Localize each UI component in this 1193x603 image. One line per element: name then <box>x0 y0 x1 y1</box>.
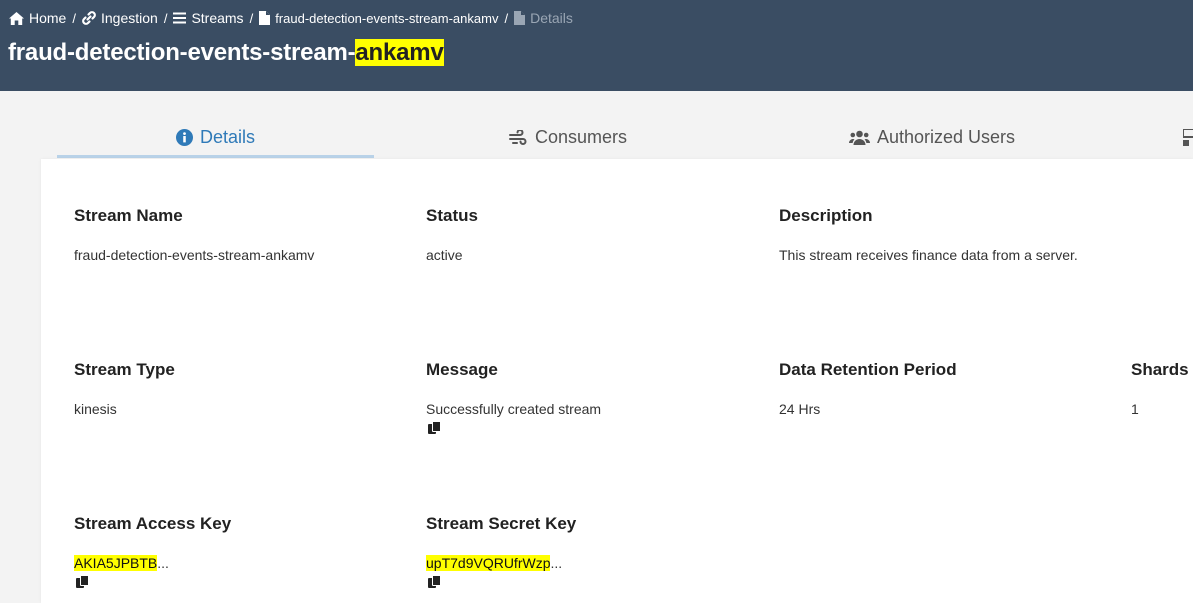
copy-secret-key-icon[interactable] <box>428 575 441 589</box>
settings-icon <box>1183 128 1193 146</box>
secret-key-text: upT7d9VQRUfrWzp <box>426 555 551 571</box>
wind-icon <box>508 129 527 145</box>
message-value: Successfully created stream <box>426 401 602 417</box>
access-key-text: AKIA5JPBTB <box>74 555 158 571</box>
info-circle-icon <box>175 128 193 146</box>
description-value: This stream receives finance data from a… <box>779 247 1078 263</box>
access-key-label: Stream Access Key <box>74 514 232 533</box>
breadcrumb-separator: / <box>504 10 509 26</box>
list-icon <box>173 12 187 24</box>
users-icon <box>848 130 870 145</box>
file-icon <box>259 11 271 25</box>
active-tab-indicator <box>57 155 374 158</box>
shards-value: 1 <box>1131 401 1139 417</box>
message-label: Message <box>426 360 498 379</box>
breadcrumb-streams[interactable]: Streams <box>173 10 244 26</box>
tab-users-label: Authorized Users <box>876 126 1016 147</box>
tab-bar: Details Consumers Authorized Users <box>57 118 1193 159</box>
breadcrumb-ingestion[interactable]: Ingestion <box>82 10 158 26</box>
copy-message-icon[interactable] <box>428 421 441 435</box>
copy-access-key-icon[interactable] <box>76 575 89 589</box>
page-title-prefix: fraud-detection-events-stream- <box>8 39 356 66</box>
secret-key-value: upT7d9VQRUfrWzp... <box>426 555 562 571</box>
field-message: Message Successfully created stream <box>426 360 601 434</box>
breadcrumb-stream[interactable]: fraud-detection-events-stream-ankamv <box>259 11 498 26</box>
shards-label: Shards <box>1131 360 1189 379</box>
details-card: Stream Name fraud-detection-events-strea… <box>41 159 1193 603</box>
breadcrumb-ingestion-label: Ingestion <box>100 10 158 26</box>
stream-type-value: kinesis <box>74 401 117 417</box>
stream-name-value: fraud-detection-events-stream-ankamv <box>74 247 315 263</box>
status-label: Status <box>426 206 478 225</box>
tab-authorized-users[interactable]: Authorized Users <box>817 118 1047 156</box>
field-description: Description This stream receives finance… <box>779 206 1078 263</box>
breadcrumb-streams-label: Streams <box>191 10 244 26</box>
secret-key-ellipsis: ... <box>550 555 563 571</box>
link-icon <box>82 11 96 25</box>
stream-type-label: Stream Type <box>74 360 175 379</box>
page-header: Home / Ingestion / Streams / fraud-detec… <box>0 0 1193 91</box>
field-shards: Shards 1 <box>1131 360 1189 417</box>
field-retention: Data Retention Period 24 Hrs <box>779 360 957 417</box>
page-title-highlight: ankamv <box>355 39 444 66</box>
file-icon <box>514 11 526 25</box>
breadcrumb-home-label: Home <box>29 10 67 26</box>
breadcrumb-separator: / <box>163 10 168 26</box>
description-label: Description <box>779 206 873 225</box>
field-access-key: Stream Access Key AKIA5JPBTB... <box>74 514 232 588</box>
tab-details-label: Details <box>199 126 256 147</box>
status-value: active <box>426 247 463 263</box>
page-title: fraud-detection-events-stream-ankamv <box>8 39 444 67</box>
access-key-value: AKIA5JPBTB... <box>74 555 169 571</box>
access-key-ellipsis: ... <box>157 555 169 571</box>
field-secret-key: Stream Secret Key upT7d9VQRUfrWzp... <box>426 514 577 588</box>
tab-details[interactable]: Details <box>57 118 374 156</box>
breadcrumb-current-label: Details <box>530 10 573 26</box>
retention-value: 24 Hrs <box>779 401 821 417</box>
field-stream-name: Stream Name fraud-detection-events-strea… <box>74 206 314 263</box>
tab-consumers[interactable]: Consumers <box>457 118 679 156</box>
secret-key-label: Stream Secret Key <box>426 514 577 533</box>
retention-label: Data Retention Period <box>779 360 957 379</box>
tab-more[interactable] <box>1183 118 1193 156</box>
breadcrumb: Home / Ingestion / Streams / fraud-detec… <box>9 9 573 27</box>
tab-consumers-label: Consumers <box>534 126 628 147</box>
breadcrumb-separator: / <box>249 10 254 26</box>
field-status: Status active <box>426 206 478 263</box>
breadcrumb-home[interactable]: Home <box>9 10 66 26</box>
stream-name-label: Stream Name <box>74 206 183 225</box>
breadcrumb-separator: / <box>72 10 76 26</box>
breadcrumb-current: Details <box>514 10 573 26</box>
breadcrumb-stream-label: fraud-detection-events-stream-ankamv <box>275 10 499 26</box>
field-stream-type: Stream Type kinesis <box>74 360 175 417</box>
home-icon <box>9 11 24 25</box>
